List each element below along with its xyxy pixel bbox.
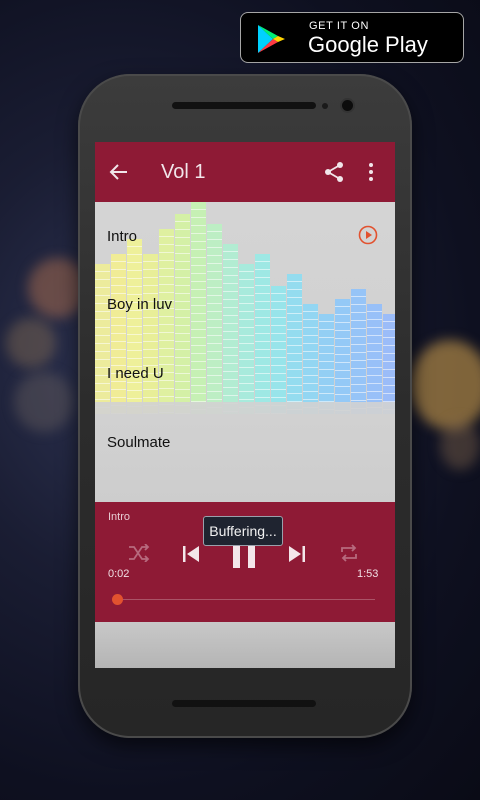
eq-bar (383, 314, 395, 414)
eq-bar (207, 224, 222, 414)
seek-thumb[interactable] (112, 594, 123, 605)
skip-next-icon[interactable] (287, 544, 307, 564)
eq-bar (367, 304, 382, 414)
total-duration: 1:53 (357, 568, 379, 580)
phone-sensor (322, 103, 328, 109)
eq-bar (303, 304, 318, 414)
eq-bar (255, 254, 270, 414)
track-item-soulmate[interactable]: Soulmate (107, 434, 170, 451)
phone-bottom-speaker (172, 700, 316, 707)
track-item-i-need-u[interactable]: I need U (107, 365, 164, 382)
phone-screen: Vol 1 Intro Boy in luv I need U Soulmate… (95, 142, 395, 668)
shuffle-icon[interactable] (128, 544, 150, 562)
now-playing-title: Intro (108, 511, 131, 523)
eq-bar (175, 214, 190, 414)
seek-bar[interactable] (117, 599, 375, 600)
eq-bar (95, 264, 110, 414)
phone-speaker (172, 102, 316, 109)
equalizer-background (95, 202, 395, 502)
buffering-toast: Buffering... (203, 516, 283, 546)
track-item-intro[interactable]: Intro (107, 228, 137, 245)
eq-bar (239, 264, 254, 414)
eq-bar (127, 239, 142, 414)
phone-camera (342, 100, 353, 111)
eq-bar (319, 314, 334, 414)
track-item-boy-in-luv[interactable]: Boy in luv (107, 296, 172, 313)
eq-bar (287, 274, 302, 414)
page-title: Vol 1 (161, 161, 206, 183)
badge-line1: GET IT ON (309, 20, 370, 32)
eq-bar (191, 202, 206, 414)
background-bokeh (440, 420, 480, 470)
background-bokeh (410, 340, 480, 430)
arrow-left-icon[interactable] (109, 162, 129, 182)
background-bokeh (14, 372, 74, 432)
elapsed-time: 0:02 (108, 568, 130, 580)
eq-fade (95, 402, 395, 502)
badge-line2: Google Play (308, 32, 428, 57)
eq-bar (335, 299, 350, 414)
app-toolbar: Vol 1 (95, 142, 395, 202)
phone-frame: Vol 1 Intro Boy in luv I need U Soulmate… (78, 74, 412, 738)
google-play-logo-icon (258, 25, 285, 53)
eq-bar (159, 229, 174, 414)
eq-bar (143, 254, 158, 414)
skip-previous-icon[interactable] (181, 544, 201, 564)
repeat-icon[interactable] (339, 544, 359, 562)
more-vert-icon[interactable] (367, 162, 375, 182)
eq-bar (351, 289, 366, 414)
eq-bar (271, 286, 286, 414)
eq-bar (111, 254, 126, 414)
google-play-badge[interactable]: GET IT ON Google Play (240, 12, 464, 63)
play-circle-icon[interactable] (358, 225, 378, 245)
share-icon[interactable] (323, 161, 345, 183)
bottom-strip (95, 622, 395, 668)
background-bokeh (6, 318, 56, 368)
eq-bar (223, 244, 238, 414)
